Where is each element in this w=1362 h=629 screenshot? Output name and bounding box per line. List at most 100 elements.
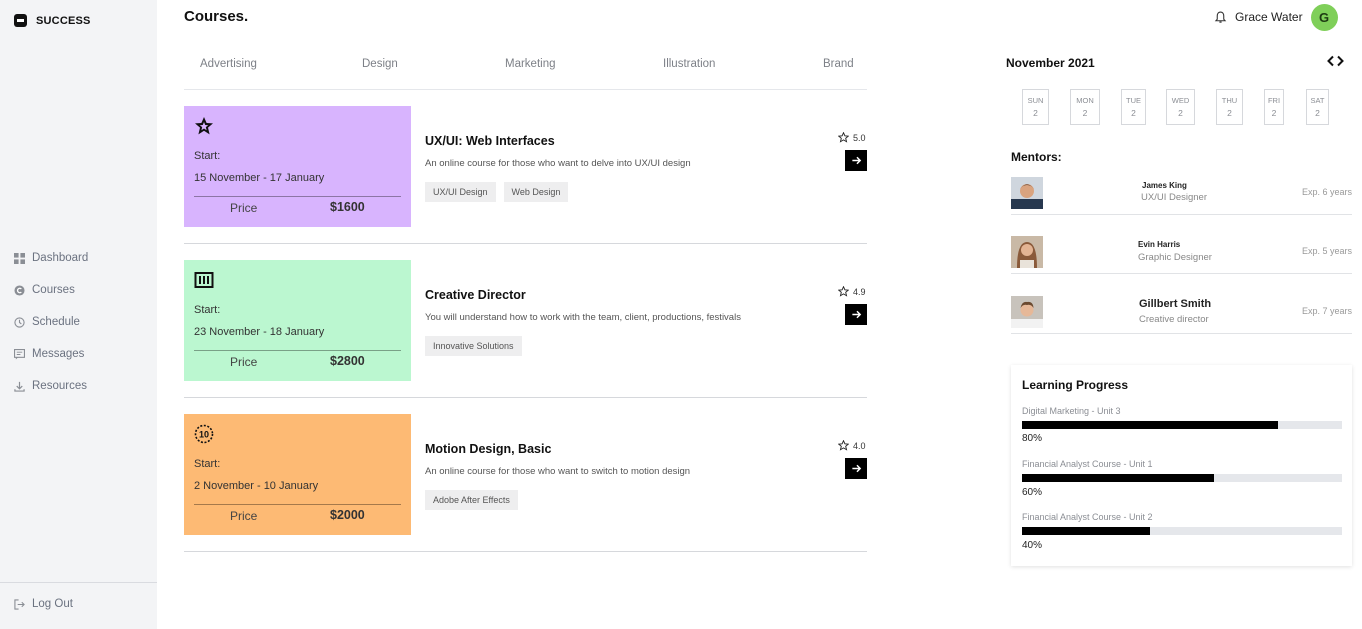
main-nav: Dashboard Courses Schedule Messages Reso… (14, 242, 88, 402)
tab-design[interactable]: Design (362, 58, 398, 70)
progress-bar (1022, 421, 1342, 429)
tag[interactable]: Adobe After Effects (425, 490, 518, 510)
day-name: TUE (1126, 96, 1141, 105)
course-title[interactable]: Motion Design, Basic (425, 442, 551, 456)
tab-advertising[interactable]: Advertising (200, 58, 257, 70)
mentor-item[interactable]: Evin Harris Graphic Designer Exp. 5 year… (1011, 236, 1352, 274)
brand-logo[interactable]: SUCCESS (14, 14, 91, 27)
course-dates: 23 November - 18 January (194, 326, 325, 338)
logo-icon (14, 14, 27, 27)
mentor-item[interactable]: Gillbert Smith Creative director Exp. 7 … (1011, 296, 1352, 334)
course-rating: 4.0 (838, 440, 866, 451)
mentor-role: UX/UI Designer (1141, 192, 1207, 203)
day-name: WED (1171, 96, 1190, 105)
open-course-button[interactable] (845, 304, 867, 325)
course-card[interactable]: 10 Start: 2 November - 10 January Price … (184, 414, 411, 535)
bell-icon[interactable] (1214, 11, 1227, 24)
calendar-day[interactable]: MON 2 (1070, 89, 1100, 125)
dashboard-icon (14, 252, 25, 264)
nav-item-messages[interactable]: Messages (14, 338, 88, 370)
open-course-button[interactable] (845, 458, 867, 479)
progress-value: 80% (1022, 433, 1043, 444)
calendar-nav[interactable] (1327, 55, 1344, 67)
course-price: $1600 (330, 200, 365, 214)
user-name[interactable]: Grace Water (1235, 10, 1303, 24)
learning-progress-title: Learning Progress (1022, 378, 1129, 392)
tag[interactable]: Innovative Solutions (425, 336, 522, 356)
brand-name: SUCCESS (36, 14, 91, 27)
day-name: SUN (1027, 96, 1044, 105)
nav-label: Messages (32, 348, 85, 360)
course-card[interactable]: Start: 23 November - 18 January Price $2… (184, 260, 411, 381)
logout-button[interactable]: Log Out (14, 598, 73, 610)
course-rating: 4.9 (838, 286, 866, 297)
star-badge-icon (195, 117, 213, 135)
calendar-day[interactable]: TUE 2 (1121, 89, 1146, 125)
open-course-button[interactable] (845, 150, 867, 171)
price-label: Price (230, 355, 258, 369)
tab-illustration[interactable]: Illustration (663, 58, 715, 70)
course-row: 10 Start: 2 November - 10 January Price … (184, 414, 867, 552)
calendar-day[interactable]: FRI 2 (1264, 89, 1284, 125)
course-description: An online course for those who want to s… (425, 466, 691, 477)
mentor-photo (1011, 296, 1043, 328)
message-icon (14, 348, 25, 360)
course-row: Start: 15 November - 17 January Price $1… (184, 106, 867, 244)
calendar-day[interactable]: SUN 2 (1022, 89, 1049, 125)
course-row: Start: 23 November - 18 January Price $2… (184, 260, 867, 398)
start-label: Start: (194, 458, 221, 470)
logout-icon (14, 598, 25, 610)
nav-item-courses[interactable]: Courses (14, 274, 88, 306)
category-tabs: Advertising Design Marketing Illustratio… (184, 57, 867, 90)
mentor-name: James King (1142, 181, 1187, 190)
course-rating: 5.0 (838, 132, 866, 143)
day-date: 2 (1178, 108, 1183, 118)
day-name: MON (1076, 96, 1094, 105)
day-date: 2 (1271, 108, 1277, 118)
nav-label: Schedule (32, 316, 80, 328)
download-icon (14, 381, 25, 392)
day-name: FRI (1267, 96, 1281, 105)
mentor-experience: Exp. 6 years (1301, 187, 1352, 197)
progress-value: 40% (1022, 540, 1043, 551)
progress-value: 60% (1022, 487, 1043, 498)
course-description: You will understand how to work with the… (425, 312, 741, 323)
nav-item-dashboard[interactable]: Dashboard (14, 242, 88, 274)
chevron-left-right-icon[interactable] (1327, 55, 1344, 67)
course-title[interactable]: UX/UI: Web Interfaces (425, 134, 555, 148)
mentor-name: Evin Harris (1138, 240, 1181, 249)
start-label: Start: (194, 304, 221, 316)
progress-label: Digital Marketing - Unit 3 (1022, 406, 1121, 416)
tag[interactable]: UX/UI Design (425, 182, 496, 202)
day-date: 2 (1033, 108, 1038, 118)
tag[interactable]: Web Design (503, 182, 569, 202)
progress-fill (1022, 527, 1150, 535)
price-label: Price (230, 201, 258, 215)
progress-label: Financial Analyst Course - Unit 1 (1022, 459, 1153, 469)
mentor-item[interactable]: James King UX/UI Designer Exp. 6 years (1011, 177, 1352, 215)
sidebar-divider (0, 582, 157, 583)
nav-item-resources[interactable]: Resources (14, 370, 88, 402)
tab-brand[interactable]: Brand (823, 58, 854, 70)
price-label: Price (230, 509, 258, 523)
nav-label: Dashboard (32, 252, 89, 264)
mentor-photo (1011, 177, 1043, 209)
calendar-day[interactable]: THU 2 (1216, 89, 1243, 125)
course-title[interactable]: Creative Director (425, 288, 526, 302)
arrow-right-icon (851, 310, 861, 319)
course-tags: Innovative Solutions (425, 336, 522, 356)
user-menu: Grace Water G (1214, 3, 1338, 31)
day-date: 2 (1315, 108, 1320, 118)
mentor-role: Graphic Designer (1138, 252, 1212, 263)
calendar-day[interactable]: WED 2 (1166, 89, 1195, 125)
arrow-right-icon (851, 464, 861, 473)
progress-fill (1022, 421, 1278, 429)
sidebar: SUCCESS Dashboard Courses Schedule Messa… (0, 0, 157, 629)
day-date: 2 (1227, 108, 1232, 118)
nav-item-schedule[interactable]: Schedule (14, 306, 88, 338)
course-card[interactable]: Start: 15 November - 17 January Price $1… (184, 106, 411, 227)
tab-marketing[interactable]: Marketing (505, 58, 556, 70)
calendar-day[interactable]: SAT 2 (1306, 89, 1329, 125)
avatar[interactable]: G (1310, 3, 1338, 31)
progress-fill (1022, 474, 1214, 482)
